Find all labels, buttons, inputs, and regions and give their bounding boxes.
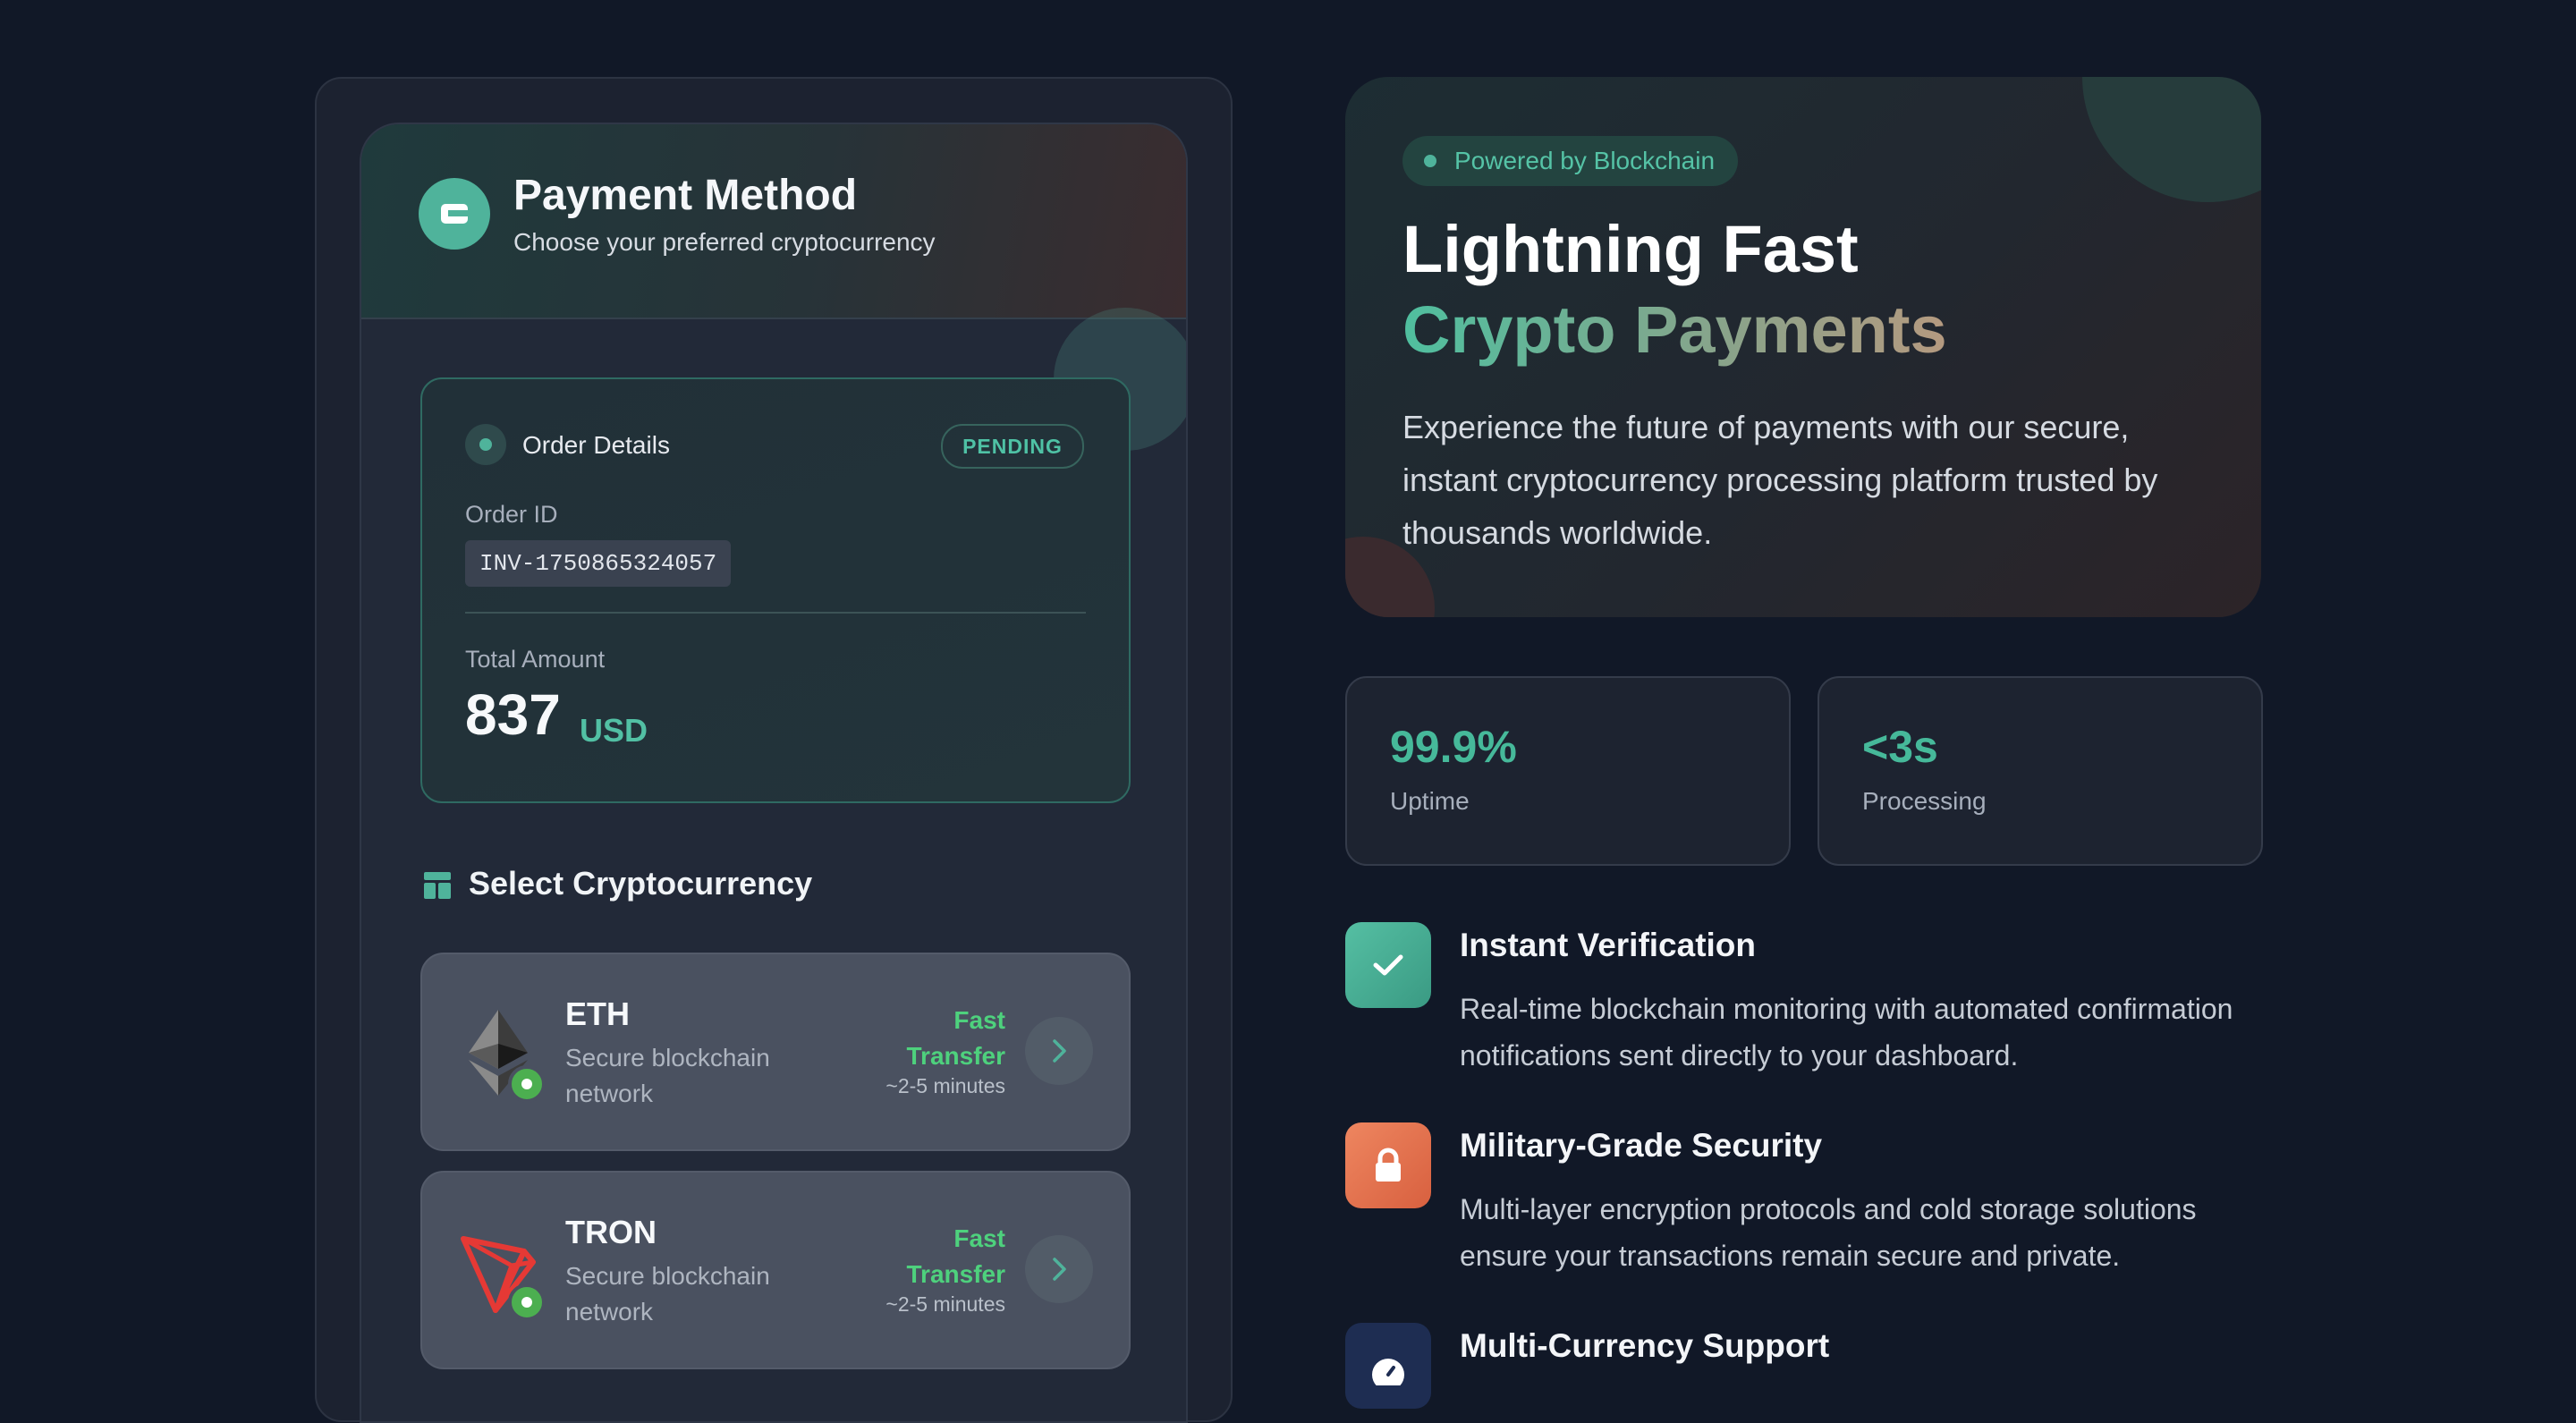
payment-title: Payment Method (513, 172, 858, 219)
order-details-card: Order Details PENDING Order ID INV-17508… (420, 377, 1131, 803)
check-icon (1345, 922, 1431, 1008)
clock-icon (1345, 1323, 1431, 1409)
crypto-option-eth[interactable]: ETH Secure blockchain network Fast Trans… (420, 953, 1131, 1151)
status-badge: PENDING (941, 424, 1084, 469)
decorative-circle (2082, 77, 2261, 202)
total-amount-value: 837 (465, 682, 561, 747)
stat-label: Processing (1862, 787, 1987, 815)
crypto-time: ~2-5 minutes (886, 1292, 1005, 1316)
crypto-description: Secure blockchain network (565, 1044, 770, 1107)
stat-value: 99.9% (1390, 722, 1517, 772)
order-id-label: Order ID (465, 501, 558, 528)
stat-value: <3s (1862, 722, 1938, 772)
chevron-right-icon[interactable] (1025, 1235, 1093, 1303)
crypto-name: ETH (565, 995, 630, 1032)
wallet-icon (419, 178, 490, 250)
feature-title: Instant Verification (1460, 927, 1757, 963)
available-check-icon (508, 1283, 546, 1321)
feature-title: Military-Grade Security (1460, 1127, 1823, 1164)
crypto-speed: Fast Transfer (906, 1006, 1006, 1070)
crypto-time: ~2-5 minutes (886, 1074, 1005, 1097)
payment-subtitle: Choose your preferred cryptocurrency (513, 228, 936, 256)
total-currency: USD (580, 712, 648, 749)
powered-by-badge: Powered by Blockchain (1402, 136, 1739, 186)
stat-card-uptime: 99.9% Uptime (1345, 676, 1791, 866)
feature-title: Multi-Currency Support (1460, 1327, 1830, 1364)
grid-icon (424, 872, 451, 899)
lock-icon (1345, 1122, 1431, 1208)
hero-title: Lightning Fast (1402, 212, 1859, 286)
total-amount-label: Total Amount (465, 646, 606, 673)
stat-card-processing: <3s Processing (1818, 676, 2263, 866)
divider (465, 612, 1086, 614)
feature-description: Multi-layer encryption protocols and col… (1460, 1193, 2197, 1272)
stat-label: Uptime (1390, 787, 1470, 815)
payment-header: Payment Method Choose your preferred cry… (361, 124, 1186, 319)
order-id-value[interactable]: INV-1750865324057 (465, 540, 732, 587)
hero-description: Experience the future of payments with o… (1402, 409, 2158, 551)
hero-card: Powered by Blockchain Lightning Fast Cry… (1345, 77, 2261, 617)
crypto-option-tron[interactable]: TRON Secure blockchain network Fast Tran… (420, 1171, 1131, 1369)
crypto-description: Secure blockchain network (565, 1262, 770, 1326)
available-check-icon (508, 1065, 546, 1103)
select-crypto-title: Select Cryptocurrency (469, 865, 813, 902)
status-dot-icon (465, 424, 506, 465)
crypto-name: TRON (565, 1214, 657, 1250)
payment-card: Payment Method Choose your preferred cry… (360, 123, 1188, 1423)
chevron-right-icon[interactable] (1025, 1017, 1093, 1085)
crypto-speed: Fast Transfer (906, 1224, 1006, 1288)
feature-description: Real-time blockchain monitoring with aut… (1460, 993, 2233, 1071)
hero-title-highlight: Crypto Payments (1402, 292, 1947, 367)
order-details-label: Order Details (522, 431, 670, 459)
